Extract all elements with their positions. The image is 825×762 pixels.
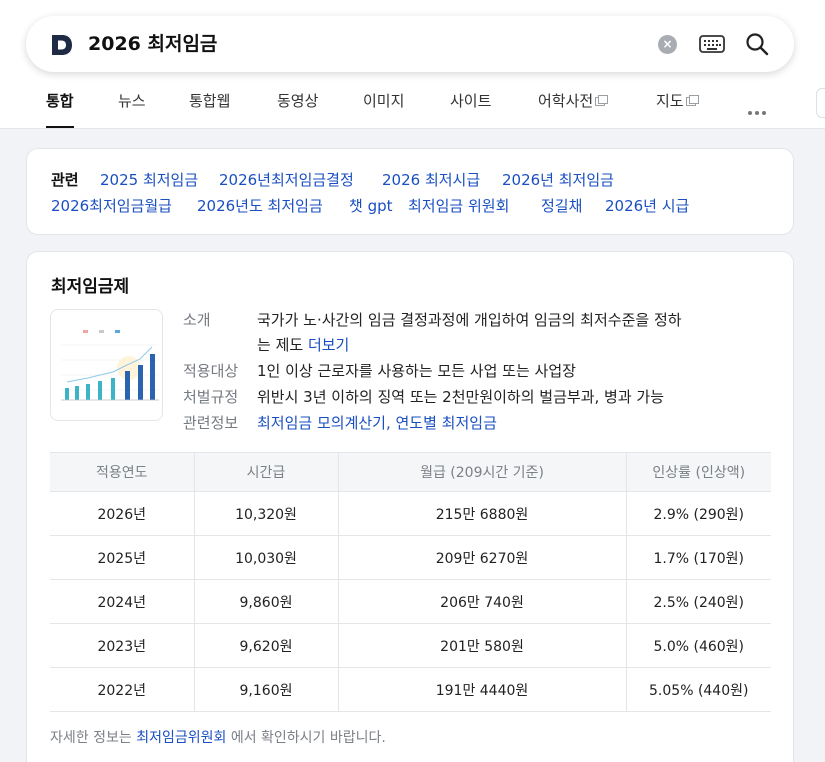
rate-cell: 5.05% (440원) [626, 667, 771, 712]
rate-cell: 2.5% (240원) [626, 579, 771, 624]
related-link[interactable]: 최저임금 위원회 [408, 195, 509, 216]
penalty-label: 처벌규정 [183, 388, 239, 406]
hourly-cell: 9,620원 [194, 623, 339, 668]
table-header-row: 적용연도 시간급 월급 (209시간 기준) 인상률 (인상액) [50, 452, 771, 492]
year-cell: 2022년 [50, 667, 195, 712]
tab-dictionary[interactable]: 어학사전 [538, 78, 609, 124]
keyboard-icon[interactable] [699, 35, 725, 53]
column-header: 인상률 (인상액) [626, 452, 771, 492]
search-icon[interactable] [745, 32, 769, 56]
monthly-cell: 206만 740원 [338, 579, 627, 624]
more-tabs-icon[interactable] [748, 100, 769, 119]
related-link[interactable]: 2025 최저임금 [100, 169, 198, 190]
card-title[interactable]: 최저임금제 [51, 272, 129, 297]
related-link[interactable]: 챗 gpt [349, 195, 393, 216]
table-row: 2023년 9,620원 201만 580원 5.0% (460원) [50, 623, 771, 668]
related-link[interactable]: 2026년도 최저임금 [197, 195, 323, 216]
rate-cell: 1.7% (170원) [626, 535, 771, 580]
tab-map[interactable]: 지도 [656, 78, 699, 124]
monthly-cell: 209만 6270원 [338, 535, 627, 580]
column-header: 적용연도 [50, 452, 195, 492]
related-link[interactable]: 2026 최저시급 [382, 169, 480, 190]
settings-button[interactable] [816, 88, 825, 118]
external-link-icon [685, 95, 699, 106]
related-info-links[interactable]: 최저임금 모의계산기, 연도별 최저임금 [257, 412, 497, 433]
related-searches-card: 관련 2025 최저임금 2026년최저임금결정 2026 최저시급 2026년… [26, 148, 794, 235]
search-bar[interactable]: 2026 최저임금 × [26, 16, 794, 72]
intro-label: 소개 [183, 311, 211, 329]
hourly-cell: 9,160원 [194, 667, 339, 712]
monthly-cell: 191만 4440원 [338, 667, 627, 712]
year-cell: 2025년 [50, 535, 195, 580]
rate-cell: 5.0% (460원) [626, 623, 771, 668]
year-cell: 2026년 [50, 491, 195, 536]
intro-text-line2: 는 제도 [257, 336, 304, 354]
clear-icon[interactable]: × [658, 35, 677, 54]
monthly-cell: 215만 6880원 [338, 491, 627, 536]
tab-sites[interactable]: 사이트 [450, 78, 491, 124]
related-link[interactable]: 정길채 [541, 195, 582, 216]
year-cell: 2023년 [50, 623, 195, 668]
hourly-cell: 10,320원 [194, 491, 339, 536]
hourly-cell: 9,860원 [194, 579, 339, 624]
related-link[interactable]: 2026년 최저임금 [502, 169, 614, 190]
column-header: 시간급 [194, 452, 339, 492]
footer-suffix: 에서 확인하시기 바랍니다. [230, 730, 386, 746]
year-cell: 2024년 [50, 579, 195, 624]
monthly-cell: 201만 580원 [338, 623, 627, 668]
target-label: 적용대상 [183, 362, 239, 380]
wage-table: 적용연도 시간급 월급 (209시간 기준) 인상률 (인상액) 2026년 1… [50, 452, 771, 712]
search-tabs: 통합 뉴스 통합웹 동영상 이미지 사이트 어학사전 지도 [0, 78, 825, 128]
top-header: 2026 최저임금 × 통합 뉴스 통합웹 동영상 이미지 사이트 어학사전 지… [0, 0, 825, 129]
table-row: 2024년 9,860원 206만 740원 2.5% (240원) [50, 579, 771, 624]
minimum-wage-card: 최저임금제 소개 국가가 노·사간의 임금 결정과정에 개입하여 임금의 최저수… [26, 251, 794, 762]
table-row: 2022년 9,160원 191만 4440원 5.05% (440원) [50, 667, 771, 712]
related-link[interactable]: 2026년최저임금결정 [219, 169, 354, 190]
tab-integrated[interactable]: 통합 [46, 78, 74, 128]
external-link-icon [595, 95, 609, 106]
table-row: 2025년 10,030원 209만 6270원 1.7% (170원) [50, 535, 771, 580]
tab-images[interactable]: 이미지 [363, 78, 404, 124]
footer-link[interactable]: 최저임금위원회 [136, 730, 226, 746]
rate-cell: 2.9% (290원) [626, 491, 771, 536]
search-input[interactable]: 2026 최저임금 [88, 16, 217, 72]
related-link[interactable]: 2026년 시급 [605, 195, 689, 216]
tab-news[interactable]: 뉴스 [118, 78, 146, 124]
related-link[interactable]: 2026최저임금월급 [51, 195, 172, 216]
footer-prefix: 자세한 정보는 [50, 730, 132, 746]
target-value: 1인 이상 근로자를 사용하는 모든 사업 또는 사업장 [257, 362, 576, 380]
related-title: 관련 [51, 171, 79, 189]
more-link[interactable]: 더보기 [308, 336, 349, 354]
tab-dictionary-label: 어학사전 [538, 92, 594, 110]
footer-note: 자세한 정보는 최저임금위원회 에서 확인하시기 바랍니다. [50, 727, 386, 747]
related-info-label: 관련정보 [183, 414, 239, 432]
hourly-cell: 10,030원 [194, 535, 339, 580]
intro-text: 국가가 노·사간의 임금 결정과정에 개입하여 임금의 최저수준을 정하 [257, 311, 682, 329]
daum-logo-icon[interactable] [50, 33, 74, 57]
tab-map-label: 지도 [656, 92, 684, 110]
table-row: 2026년 10,320원 215만 6880원 2.9% (290원) [50, 491, 771, 536]
wage-chart-thumbnail[interactable] [50, 309, 163, 421]
penalty-value: 위반시 3년 이하의 징역 또는 2천만원이하의 벌금부과, 병과 가능 [257, 388, 665, 406]
column-header: 월급 (209시간 기준) [338, 452, 627, 492]
intro-text-continued: 는 제도 더보기 [257, 334, 349, 355]
tab-video[interactable]: 동영상 [277, 78, 318, 124]
tab-web[interactable]: 통합웹 [189, 78, 230, 124]
